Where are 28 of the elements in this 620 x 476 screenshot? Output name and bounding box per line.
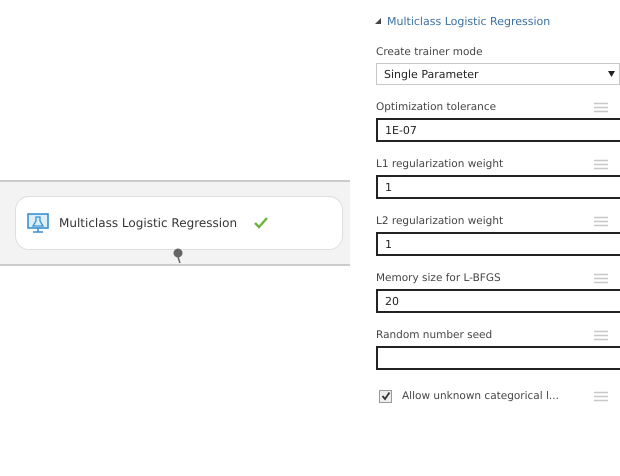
checkbox-label: Allow unknown categorical l... <box>402 389 560 404</box>
monitor-flask-icon <box>27 212 49 234</box>
checkmark-icon <box>253 216 270 230</box>
collapse-icon <box>374 17 382 25</box>
input-field[interactable]: 1 <box>376 232 620 256</box>
field-label: L2 regularization weight <box>376 214 504 229</box>
module-name: Multiclass Logistic Regression <box>59 216 238 230</box>
input-field[interactable]: 1 <box>376 175 620 199</box>
menu-icon[interactable] <box>594 102 608 112</box>
module-node[interactable]: Multiclass Logistic Regression <box>15 196 343 250</box>
menu-icon[interactable] <box>594 390 608 402</box>
output-port-icon[interactable] <box>172 248 184 264</box>
input-field[interactable] <box>376 346 620 370</box>
input-field[interactable]: 20 <box>376 289 620 313</box>
input-field[interactable]: 1E-07 <box>376 118 620 142</box>
field-label: Random number seed <box>376 328 492 343</box>
dropdown[interactable]: Single Parameter <box>376 63 620 85</box>
field-label: Create trainer mode <box>376 45 484 60</box>
menu-icon[interactable] <box>594 158 608 170</box>
field-label: Memory size for L-BFGS <box>376 271 501 286</box>
menu-icon[interactable] <box>594 330 608 340</box>
dropdown-arrow-icon <box>608 71 615 77</box>
field-label: L1 regularization weight <box>376 157 504 172</box>
field-label: Optimization tolerance <box>376 100 496 115</box>
section-header[interactable]: Multiclass Logistic Regression <box>374 12 620 30</box>
menu-icon[interactable] <box>594 216 608 226</box>
checkbox[interactable] <box>379 390 392 402</box>
menu-icon[interactable] <box>594 272 608 284</box>
